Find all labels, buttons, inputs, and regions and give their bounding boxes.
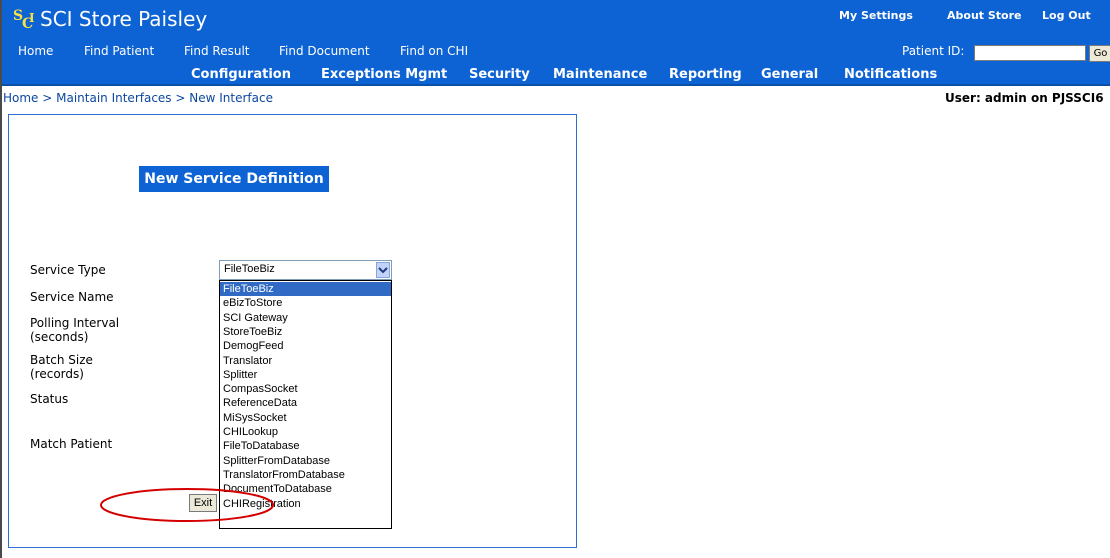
nav-home[interactable]: Home [18,38,53,64]
patient-id-input[interactable] [974,45,1086,61]
service-type-dropdown-list[interactable]: FileToeBiz eBizToStore SCI Gateway StoreToe… [219,280,392,529]
user-info: User: admin on PJSSCI6 [945,91,1104,105]
dropdown-option[interactable]: FileToeBiz [220,282,391,297]
dropdown-option[interactable]: CompasSocket [220,382,391,396]
batch-size-label: Batch Size [30,353,93,367]
polling-interval-unit: (seconds) [30,330,89,344]
admin-nav: Configuration Exceptions Mgmt Security M… [2,64,1110,86]
service-type-label: Service Type [30,263,106,277]
dropdown-option[interactable]: DemogFeed [220,339,391,353]
batch-size-unit: (records) [30,367,84,381]
dropdown-option[interactable]: MiSysSocket [220,411,391,425]
breadcrumb[interactable]: Home > Maintain Interfaces > New Interfa… [3,91,273,105]
dropdown-option[interactable]: ReferenceData [220,396,391,410]
log-out-link[interactable]: Log Out [1042,9,1091,22]
my-settings-link[interactable]: My Settings [839,9,913,22]
nav-reporting[interactable]: Reporting [669,64,742,86]
sci-logo-icon: S C I [12,6,38,32]
about-store-link[interactable]: About Store [947,9,1022,22]
form-title: New Service Definition [139,166,329,192]
nav-maintenance[interactable]: Maintenance [553,64,647,86]
go-button[interactable]: Go [1089,45,1110,62]
dropdown-option[interactable]: StoreToeBiz [220,325,391,339]
patient-id-label: Patient ID: [902,44,965,58]
dropdown-option[interactable]: TranslatorFromDatabase [220,468,391,482]
primary-nav: Home Find Patient Find Result Find Docum… [2,38,1110,64]
nav-general[interactable]: General [761,64,818,86]
dropdown-option[interactable]: FileToDatabase [220,439,391,453]
polling-interval-label: Polling Interval [30,316,120,330]
match-patient-label: Match Patient [30,437,113,451]
app-title: SCI Store Paisley [40,7,208,31]
nav-notifications[interactable]: Notifications [844,64,937,86]
chevron-down-icon[interactable] [376,262,390,278]
app-banner: S C I SCI Store Paisley My Settings Abou… [2,0,1110,38]
dropdown-option[interactable]: CHILookup [220,425,391,439]
service-type-value: FileToeBiz [224,263,275,275]
nav-configuration[interactable]: Configuration [191,64,291,86]
nav-security[interactable]: Security [469,64,530,86]
dropdown-option[interactable]: CHIRegistration [220,497,391,511]
dropdown-option[interactable]: DocumentToDatabase [220,482,391,496]
dropdown-option[interactable]: SplitterFromDatabase [220,454,391,468]
dropdown-option[interactable]: Translator [220,354,391,368]
service-type-select[interactable]: FileToeBiz [219,260,392,280]
nav-find-on-chi[interactable]: Find on CHI [400,38,468,64]
nav-find-result[interactable]: Find Result [184,38,249,64]
svg-text:I: I [29,11,35,25]
nav-exceptions-mgmt[interactable]: Exceptions Mgmt [321,64,447,86]
dropdown-option[interactable]: eBizToStore [220,296,391,310]
status-label: Status [30,392,69,406]
nav-find-document[interactable]: Find Document [279,38,370,64]
dropdown-option[interactable]: Splitter [220,368,391,382]
exit-button[interactable]: Exit [189,494,217,512]
nav-find-patient[interactable]: Find Patient [84,38,154,64]
dropdown-option[interactable]: SCI Gateway [220,311,391,325]
service-name-label: Service Name [30,290,114,304]
